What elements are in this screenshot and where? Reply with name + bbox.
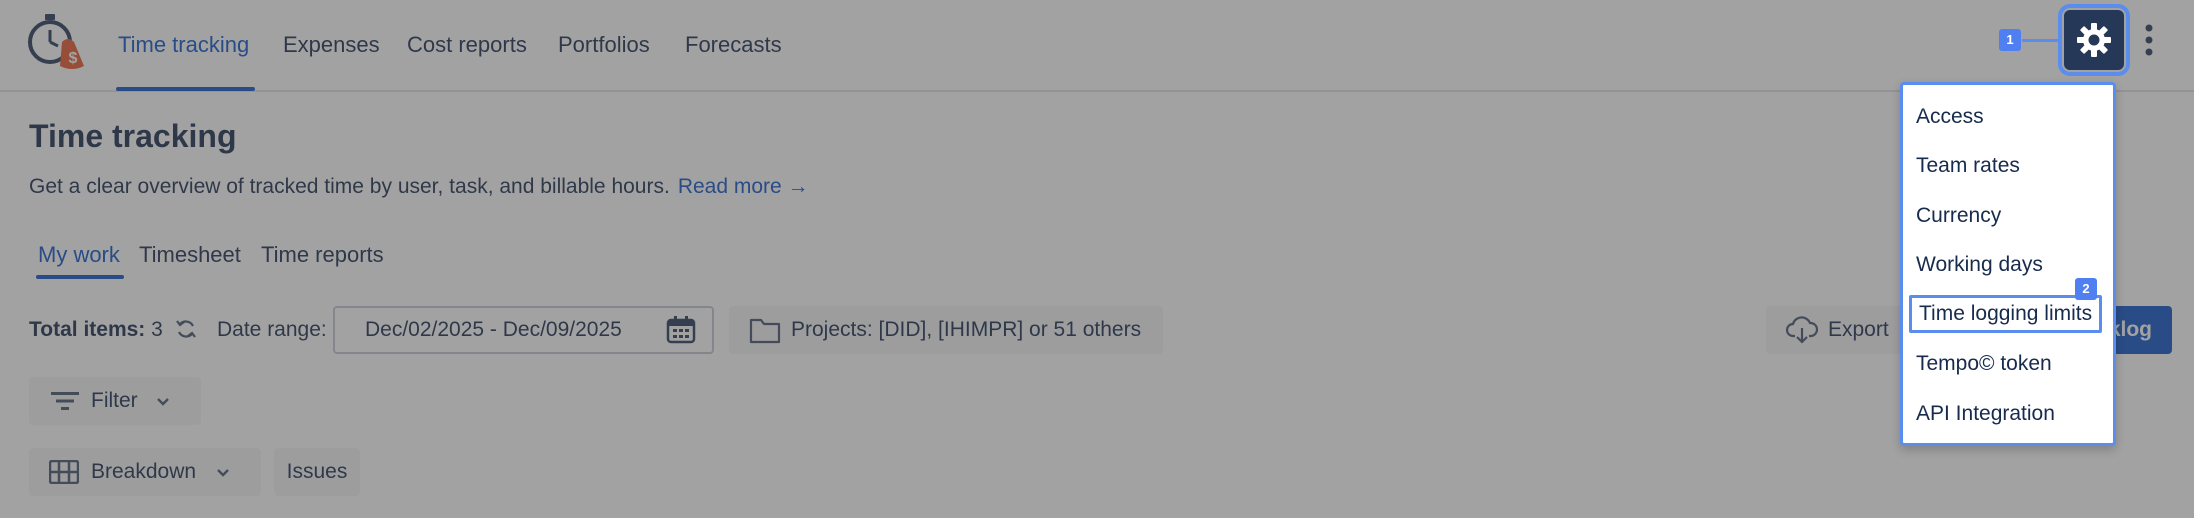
menu-item-api-integration[interactable]: API Integration xyxy=(1916,402,2055,426)
annotation-badge-2: 2 xyxy=(2075,278,2097,300)
modal-backdrop xyxy=(0,0,2194,518)
menu-item-time-logging-limits[interactable]: Time logging limits xyxy=(1909,295,2103,333)
menu-item-tempo-token[interactable]: Tempo© token xyxy=(1916,352,2052,376)
gear-icon xyxy=(2077,23,2111,57)
annotation-badge-1: 1 xyxy=(1999,29,2021,51)
settings-button[interactable] xyxy=(2058,4,2130,76)
menu-item-working-days[interactable]: Working days xyxy=(1916,253,2043,277)
menu-item-currency[interactable]: Currency xyxy=(1916,204,2001,228)
annotation-connector xyxy=(2022,39,2062,42)
menu-item-team-rates[interactable]: Team rates xyxy=(1916,154,2020,178)
settings-dropdown-menu: Access Team rates Currency Working days … xyxy=(1900,82,2116,446)
app-page: $ Time tracking Expenses Cost reports Po… xyxy=(0,0,2194,518)
menu-item-access[interactable]: Access xyxy=(1916,105,1984,129)
